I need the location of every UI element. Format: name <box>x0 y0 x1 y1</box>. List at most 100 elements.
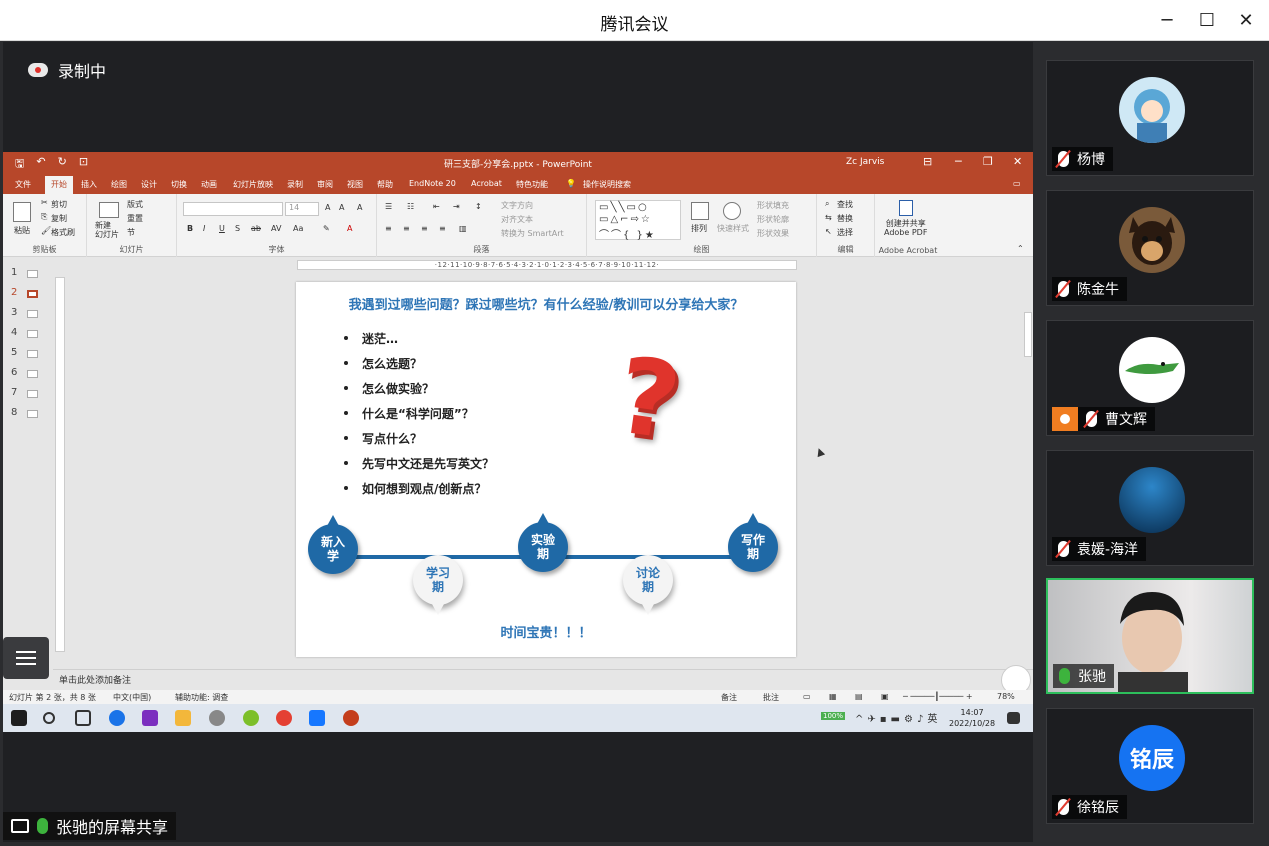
columns-icon[interactable]: ▥ <box>459 224 467 233</box>
ppt-minimize-icon[interactable]: ─ <box>955 155 962 168</box>
italic-icon[interactable]: I <box>203 224 205 233</box>
arrange-icon[interactable] <box>691 202 709 220</box>
slide-thumbnail-selected[interactable] <box>27 290 38 298</box>
menu-slideshow[interactable]: 幻灯片放映 <box>233 179 273 190</box>
maximize-icon[interactable]: ☐ <box>1194 8 1220 34</box>
ppt-user[interactable]: Zc Jarvis <box>846 157 884 167</box>
stage-experiment[interactable]: 实验 期 <box>518 513 568 572</box>
toolbar-toggle-button[interactable] <box>3 637 49 679</box>
shadow-icon[interactable]: S <box>235 224 240 233</box>
slide-thumbnail[interactable] <box>27 330 38 338</box>
participant-tile-speaking[interactable]: 张驰 <box>1046 578 1254 694</box>
alien-icon[interactable] <box>209 710 225 726</box>
arrange-button[interactable]: 排列 <box>691 223 707 234</box>
bullets-icon[interactable]: ☰ <box>385 202 392 211</box>
stage-new-student[interactable]: 新入 学 <box>308 515 358 574</box>
tray-clock[interactable]: 14:07 2022/10/28 <box>949 707 995 729</box>
bullet-item[interactable]: 迷茫… <box>342 330 494 355</box>
tencent-meeting-icon[interactable] <box>309 710 325 726</box>
slide-title[interactable]: 我遇到过哪些问题？踩过哪些坑？有什么经验/教训可以分享给大家？ <box>296 294 796 313</box>
font-name-combo[interactable] <box>183 202 283 216</box>
menu-design[interactable]: 设计 <box>141 179 157 190</box>
paste-icon[interactable] <box>13 202 31 222</box>
layout-button[interactable]: 版式 <box>127 199 143 210</box>
clear-format-icon[interactable]: A <box>357 203 362 212</box>
slide-thumbnail[interactable] <box>27 410 38 418</box>
shrink-font-icon[interactable]: A <box>339 203 344 212</box>
copy-label[interactable]: 复制 <box>51 213 67 224</box>
scroll-thumb[interactable] <box>1024 312 1032 357</box>
shape-outline-button[interactable]: 形状轮廓 <box>757 214 789 225</box>
find-icon[interactable]: ⌕ <box>825 199 829 209</box>
line-spacing-icon[interactable]: ↕ <box>475 202 482 211</box>
shape-effects-button[interactable]: 形状效果 <box>757 228 789 239</box>
bullet-item[interactable]: 怎么选题？ <box>342 355 494 380</box>
slide-canvas[interactable]: 我遇到过哪些问题？踩过哪些坑？有什么经验/教训可以分享给大家？ 迷茫… 怎么选题… <box>296 282 796 657</box>
menu-review[interactable]: 审阅 <box>317 179 333 190</box>
ppt-close-icon[interactable]: ✕ <box>1013 155 1022 168</box>
new-slide-label[interactable]: 新建 幻灯片 <box>95 221 119 239</box>
text-direction-button[interactable]: 文字方向 <box>501 200 533 211</box>
bullet-item[interactable]: 写点什么？ <box>342 430 494 455</box>
thumb-number[interactable]: 1 <box>11 267 17 278</box>
participant-tile[interactable]: 铭辰 徐铭辰 <box>1046 708 1254 824</box>
app-icon[interactable] <box>243 710 259 726</box>
shape-fill-button[interactable]: 形状填充 <box>757 200 789 211</box>
indent-icon[interactable]: ⇤ <box>433 202 440 211</box>
comments-icon[interactable]: ▭ <box>1013 179 1021 188</box>
slide-thumbnail[interactable] <box>27 270 38 278</box>
lenovo-icon[interactable] <box>109 710 125 726</box>
question-mark-graphic[interactable]: ? <box>610 334 687 463</box>
stage-discussion[interactable]: 讨论 期 <box>623 555 673 615</box>
thumb-number[interactable]: 7 <box>11 387 17 398</box>
bullet-item[interactable]: 先写中文还是先写英文？ <box>342 455 494 480</box>
align-left-icon[interactable]: ≡ <box>385 224 392 233</box>
participant-tile[interactable]: 袁媛-海洋 <box>1046 450 1254 566</box>
menu-help[interactable]: 帮助 <box>377 179 393 190</box>
menu-tell-me[interactable]: 操作说明搜索 <box>583 179 631 190</box>
thumb-number[interactable]: 2 <box>11 287 17 298</box>
slide-thumbnail[interactable] <box>27 350 38 358</box>
smartart-button[interactable]: 转换为 SmartArt <box>501 228 564 239</box>
strike-icon[interactable]: ab <box>251 224 261 233</box>
participant-tile[interactable]: 杨博 <box>1046 60 1254 176</box>
menu-animations[interactable]: 动画 <box>201 179 217 190</box>
new-slide-icon[interactable] <box>99 202 119 218</box>
participant-tile[interactable]: 曹文辉 <box>1046 320 1254 436</box>
bullet-item[interactable]: 什么是“科学问题”？ <box>342 405 494 430</box>
menu-insert[interactable]: 插入 <box>81 179 97 190</box>
battery-indicator[interactable]: 100% <box>821 712 846 720</box>
slide-thumbnail[interactable] <box>27 390 38 398</box>
slide-thumbnail[interactable] <box>27 310 38 318</box>
menu-home[interactable]: 开始 <box>45 176 73 194</box>
menu-features[interactable]: 特色功能 <box>516 179 548 190</box>
windows-start-icon[interactable] <box>11 710 27 726</box>
case-icon[interactable]: Aa <box>293 224 303 233</box>
select-icon[interactable]: ↖ <box>825 227 832 236</box>
slide-thumbnail[interactable] <box>27 370 38 378</box>
bold-icon[interactable]: B <box>187 224 193 233</box>
language-indicator[interactable]: 中文(中国) <box>113 692 151 703</box>
replace-icon[interactable]: ⇆ <box>825 213 832 222</box>
slide-footer-text[interactable]: 时间宝贵！！！ <box>296 622 796 641</box>
select-button[interactable]: 选择 <box>837 227 853 238</box>
find-button[interactable]: 查找 <box>837 199 853 210</box>
copy-icon[interactable]: ⎘ <box>41 212 47 222</box>
stage-writing[interactable]: 写作 期 <box>728 513 778 572</box>
pdf-icon[interactable] <box>899 200 913 216</box>
outdent-icon[interactable]: ⇥ <box>453 202 460 211</box>
align-text-button[interactable]: 对齐文本 <box>501 214 533 225</box>
reset-button[interactable]: 重置 <box>127 213 143 224</box>
stage-study[interactable]: 学习 期 <box>413 555 463 615</box>
paste-label[interactable]: 粘贴 <box>14 225 30 236</box>
thumb-number[interactable]: 4 <box>11 327 17 338</box>
menu-transitions[interactable]: 切换 <box>171 179 187 190</box>
menu-draw[interactable]: 绘图 <box>111 179 127 190</box>
quick-styles-button[interactable]: 快速样式 <box>717 223 749 234</box>
slideshow-view-icon[interactable]: ▣ <box>881 692 889 701</box>
file-explorer-icon[interactable] <box>175 710 191 726</box>
menu-endnote[interactable]: EndNote 20 <box>409 179 456 188</box>
chrome-icon[interactable] <box>276 710 292 726</box>
replace-button[interactable]: 替换 <box>837 213 853 224</box>
recording-indicator[interactable]: 录制中 <box>28 58 106 82</box>
